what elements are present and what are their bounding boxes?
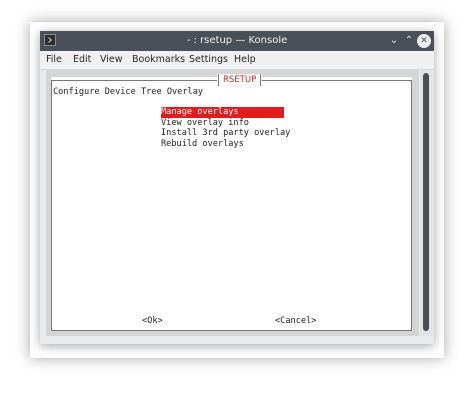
menu-option-install-3rd-party-overlay[interactable]: Install 3rd party overlay bbox=[161, 128, 290, 139]
menu-help[interactable]: Help bbox=[234, 53, 256, 67]
close-icon[interactable]: ✕ bbox=[417, 34, 431, 48]
dialog-title: RSETUP bbox=[218, 74, 262, 86]
rsetup-dialog: RSETUP Configure Device Tree Overlay Man… bbox=[51, 74, 412, 331]
chevron-down-icon[interactable]: ⌄ bbox=[387, 34, 401, 48]
menubar: File Edit View Bookmarks Settings Help bbox=[40, 51, 434, 70]
konsole-window: - : rsetup — Konsole ⌄ ⌃ ✕ File Edit Vie… bbox=[40, 31, 434, 344]
chevron-up-icon[interactable]: ⌃ bbox=[402, 34, 416, 48]
menu-edit[interactable]: Edit bbox=[73, 53, 91, 67]
cancel-button[interactable]: <Cancel> bbox=[275, 316, 316, 327]
menu-bookmarks[interactable]: Bookmarks bbox=[132, 53, 185, 67]
terminal-area[interactable]: RSETUP Configure Device Tree Overlay Man… bbox=[46, 70, 419, 336]
menu-file[interactable]: File bbox=[46, 53, 62, 67]
window-title: - : rsetup — Konsole bbox=[186, 35, 288, 46]
menu-option-manage-overlays[interactable]: Manage overlays bbox=[161, 107, 284, 118]
menu-option-rebuild-overlays[interactable]: Rebuild overlays bbox=[161, 139, 244, 150]
scrollbar-thumb[interactable] bbox=[423, 73, 429, 331]
scrollbar[interactable] bbox=[420, 70, 433, 336]
menu-settings[interactable]: Settings bbox=[189, 53, 228, 67]
dialog-title-frame: RSETUP bbox=[217, 74, 263, 86]
ok-button[interactable]: <Ok> bbox=[142, 316, 163, 327]
menu-view[interactable]: View bbox=[100, 53, 123, 67]
dialog-heading: Configure Device Tree Overlay bbox=[53, 87, 204, 97]
titlebar: - : rsetup — Konsole ⌄ ⌃ ✕ bbox=[40, 31, 434, 51]
